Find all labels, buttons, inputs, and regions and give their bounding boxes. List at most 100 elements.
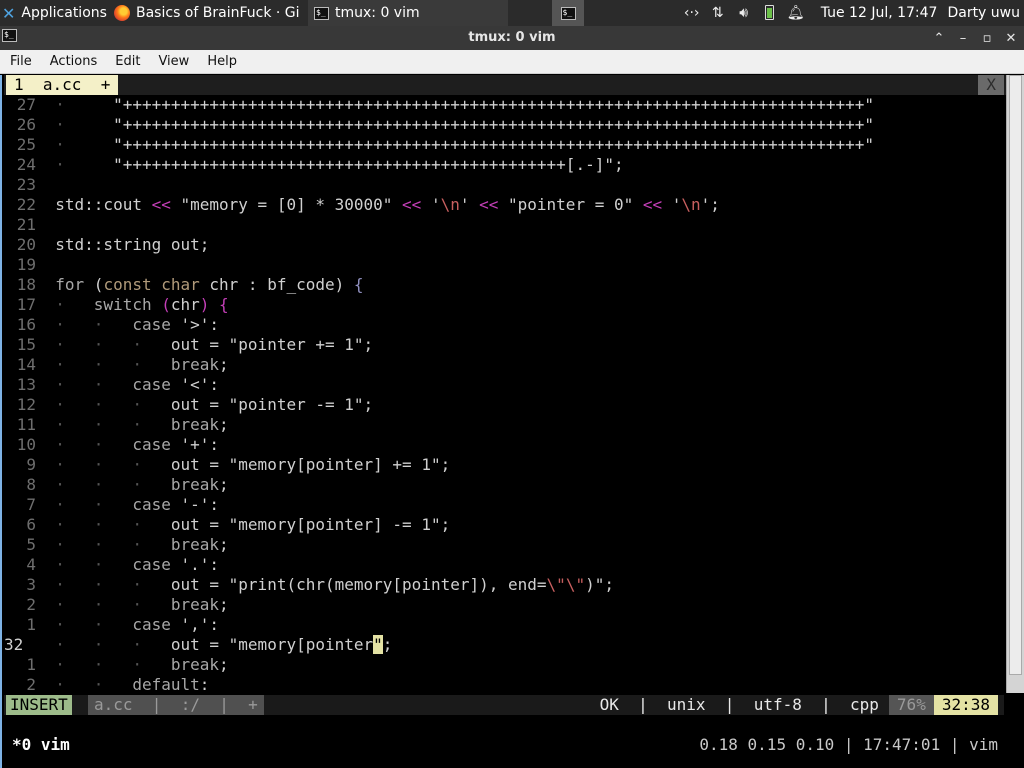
line-number: 20 <box>16 235 36 254</box>
scrollbar-thumb[interactable] <box>1009 75 1022 675</box>
taskbar-firefox[interactable]: Basics of BrainFuck · Gi <box>108 0 308 26</box>
scrollbar[interactable] <box>1006 75 1024 693</box>
code-token: break <box>170 415 220 434</box>
window-menu-icon[interactable]: ⌃ <box>932 31 946 46</box>
code-line[interactable]: 22 std::cout << "memory = [0] * 30000" <… <box>4 195 1008 215</box>
taskbar-tmux-label: tmux: 0 vim <box>335 5 420 21</box>
menu-bar: File Actions Edit View Help <box>0 50 1024 74</box>
indent-guide: · · · <box>36 635 171 654</box>
code-line[interactable]: 12 · · · out = "pointer -= 1"; <box>4 395 1008 415</box>
code-line[interactable]: 26 · "++++++++++++++++++++++++++++++++++… <box>4 115 1008 135</box>
user-menu[interactable]: Darty uwu <box>947 5 1020 21</box>
line-number: 22 <box>16 195 36 214</box>
code-token: << <box>479 195 499 214</box>
indent-guide: · · · <box>36 515 171 534</box>
vim-file-info: a.cc | :/ | + <box>88 695 264 715</box>
code-token: case <box>132 495 171 514</box>
code-line[interactable]: 24 · "++++++++++++++++++++++++++++++++++… <box>4 155 1008 175</box>
terminal-area[interactable]: 1 a.cc + X 27 · "+++++++++++++++++++++++… <box>0 75 1024 768</box>
code-line[interactable]: 25 · "++++++++++++++++++++++++++++++++++… <box>4 135 1008 155</box>
clock[interactable]: Tue 12 Jul, 17:47 <box>821 5 938 21</box>
code-line[interactable]: 20 std::string out; <box>4 235 1008 255</box>
code-line[interactable]: 15 · · · out = "pointer += 1"; <box>4 335 1008 355</box>
code-line[interactable]: 19 <box>4 255 1008 275</box>
code-line[interactable]: 2 · · · break; <box>4 595 1008 615</box>
tmux-window-name[interactable]: *0 vim <box>12 735 70 755</box>
code-line[interactable]: 1 · · · break; <box>4 655 1008 675</box>
code-line[interactable]: 7 · · case '-': <box>4 495 1008 515</box>
transfer-icon[interactable]: ⇅ <box>705 5 731 21</box>
code-token: ' <box>421 195 441 214</box>
code-token: out = "memory[pointer] += 1"; <box>170 455 451 474</box>
menu-edit[interactable]: Edit <box>105 54 148 69</box>
code-line[interactable]: 14 · · · break; <box>4 355 1008 375</box>
battery-icon[interactable] <box>757 3 783 24</box>
code-token: for <box>55 275 85 294</box>
indent-guide: · · · <box>36 595 171 614</box>
code-token: default <box>132 675 200 694</box>
code-token: \n <box>440 195 460 214</box>
menu-actions[interactable]: Actions <box>40 54 106 69</box>
code-line[interactable]: 2 · · default: <box>4 675 1008 695</box>
code-line[interactable]: 27 · "++++++++++++++++++++++++++++++++++… <box>4 95 1008 115</box>
applications-menu-label: Applications <box>21 5 107 21</box>
applications-menu[interactable]: ✕ Applications <box>0 0 108 26</box>
code-line-current[interactable]: 32 · · · out = "memory[pointer"; <box>4 635 1008 655</box>
code-line[interactable]: 13 · · case '<': <box>4 375 1008 395</box>
code-token: \n <box>681 195 701 214</box>
code-token: ) <box>199 295 210 314</box>
indent-guide: · · <box>36 435 133 454</box>
code-token: chr : bf_code) <box>199 275 354 294</box>
tmux-statusbar: *0 vim 0.18 0.15 0.10 | 17:47:01 | vim <box>4 735 1008 755</box>
network-icon[interactable]: ‹·› <box>679 5 705 21</box>
vim-tab-active[interactable]: 1 a.cc + <box>6 75 119 95</box>
minimize-icon[interactable]: – <box>956 31 970 46</box>
vim-cursor-position: 32:38 <box>933 695 998 715</box>
tmux-status-right: 0.18 0.15 0.10 | 17:47:01 | vim <box>699 735 998 754</box>
indent-guide: · · · <box>36 395 171 414</box>
launcher-terminal[interactable]: $_ <box>552 0 584 26</box>
menu-view[interactable]: View <box>148 54 197 69</box>
menu-file[interactable]: File <box>0 54 40 69</box>
vim-tab-close[interactable]: X <box>978 75 1004 95</box>
code-line[interactable]: 8 · · · break; <box>4 475 1008 495</box>
code-line[interactable]: 23 <box>4 175 1008 195</box>
code-token: break <box>170 535 220 554</box>
indent-guide: · · · <box>36 415 171 434</box>
code-line[interactable]: 17 · switch (chr) { <box>4 295 1008 315</box>
code-line[interactable]: 3 · · · out = "print(chr(memory[pointer]… <box>4 575 1008 595</box>
code-token: break <box>170 655 220 674</box>
code-line[interactable]: 9 · · · out = "memory[pointer] += 1"; <box>4 455 1008 475</box>
code-token: ; <box>219 475 229 494</box>
indent-guide: · · · <box>36 655 171 674</box>
notification-bell-icon[interactable]: 🔔︎ <box>783 5 809 21</box>
code-line[interactable]: 1 · · case ',': <box>4 615 1008 635</box>
line-number: 2 <box>26 675 36 694</box>
line-number: 27 <box>16 95 36 114</box>
code-token: << <box>642 195 663 214</box>
code-token: ; <box>219 535 229 554</box>
code-line[interactable]: 10 · · case '+': <box>4 435 1008 455</box>
taskbar-tmux[interactable]: $_ tmux: 0 vim <box>308 0 508 26</box>
line-number: 16 <box>16 315 36 334</box>
code-line[interactable]: 6 · · · out = "memory[pointer] -= 1"; <box>4 515 1008 535</box>
code-line[interactable]: 5 · · · break; <box>4 535 1008 555</box>
menu-help[interactable]: Help <box>197 54 245 69</box>
code-line[interactable]: 4 · · case '.': <box>4 555 1008 575</box>
close-icon[interactable]: ✕ <box>1004 31 1018 46</box>
code-token: "+++++++++++++++++++++++++++++++++++++++… <box>93 135 875 154</box>
maximize-icon[interactable]: ▫ <box>980 31 994 46</box>
line-number: 12 <box>16 395 36 414</box>
window-titlebar[interactable]: $_ tmux: 0 vim ⌃ – ▫ ✕ <box>0 26 1024 50</box>
code-token: \"\" <box>546 575 586 594</box>
volume-icon[interactable]: 🔊︎ <box>731 5 757 21</box>
code-line[interactable]: 18 for (const char chr : bf_code) { <box>4 275 1008 295</box>
code-token: { <box>353 275 364 294</box>
code-token: out = "memory[pointer] -= 1"; <box>170 515 451 534</box>
code-line[interactable]: 21 <box>4 215 1008 235</box>
indent-guide: · <box>36 155 94 174</box>
indent-guide: · · · <box>36 575 171 594</box>
code-line[interactable]: 16 · · case '>': <box>4 315 1008 335</box>
code-line[interactable]: 11 · · · break; <box>4 415 1008 435</box>
line-number: 26 <box>16 115 36 134</box>
